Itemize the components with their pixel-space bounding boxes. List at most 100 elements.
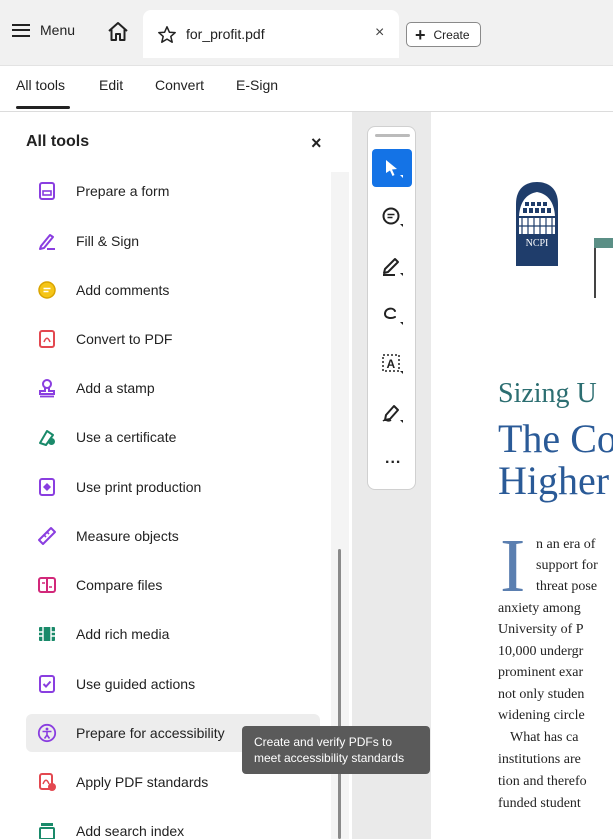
tool-label: Convert to PDF [76,331,173,347]
plus-icon: + [415,24,426,45]
document-title: The Co Higher [498,418,613,502]
logo-accent-line [594,248,596,298]
home-icon[interactable] [106,20,130,44]
accessibility-icon [37,723,57,743]
body-line: prominent exar [498,665,584,680]
comment-icon [38,281,56,299]
create-label: Create [433,27,470,42]
comment-tool-button[interactable] [372,198,412,236]
hamburger-icon [12,23,30,37]
text-tool-button[interactable]: A [372,345,412,383]
body-line: anxiety among [498,601,581,616]
tool-add-stamp[interactable]: Add a stamp [26,369,320,407]
body-line: support for [536,558,598,573]
form-icon [39,182,55,200]
document-tab[interactable]: for_profit.pdf × [143,10,399,58]
tool-measure-objects[interactable]: Measure objects [26,517,320,555]
tool-fill-sign[interactable]: Fill & Sign [26,222,320,260]
logo-accent-bar [594,238,613,248]
body-line: threat pose [536,579,598,594]
guided-actions-icon [39,675,55,693]
tool-label: Add a stamp [76,380,155,396]
lasso-draw-icon [383,307,403,325]
highlight-tool-button[interactable] [372,247,412,285]
menu-label: Menu [40,22,76,38]
draw-tool-button[interactable] [372,296,412,334]
body-line: funded student [498,796,581,811]
tool-label: Use guided actions [76,676,196,692]
ncpi-logo: NCPI [516,182,558,266]
scrollbar-thumb[interactable] [338,549,341,839]
menu-e-sign[interactable]: E-Sign [236,77,278,93]
tool-label: Add rich media [76,626,170,642]
body-line: widening circle [498,708,585,723]
tool-label: Use a certificate [76,429,177,445]
tool-label: Compare files [76,577,163,593]
certificate-icon [39,430,55,446]
tool-add-rich-media[interactable]: Add rich media [26,615,320,653]
tool-add-comments[interactable]: Add comments [26,271,320,309]
tool-label: Prepare for accessibility [76,725,225,741]
menu-bar: All tools Edit Convert E-Sign [0,66,613,112]
comment-icon [382,207,403,227]
tool-label: Use print production [76,479,202,495]
svg-text:A: A [387,357,396,371]
search-index-icon [39,823,55,839]
tooltip-line-1: Create and verify PDFs to [254,735,393,749]
tab-title: for_profit.pdf [186,26,265,42]
create-button[interactable]: + Create [406,22,481,47]
tool-convert-pdf[interactable]: Convert to PDF [26,320,320,358]
tool-label: Fill & Sign [76,233,140,249]
more-tools-button[interactable]: ... [372,445,412,483]
tool-label: Add comments [76,282,170,298]
svg-text:I: I [500,535,525,595]
title-line-2: Higher [498,458,610,503]
tool-compare-files[interactable]: Compare files [26,566,320,604]
accessibility-tooltip: Create and verify PDFs to meet accessibi… [242,726,430,774]
tool-label: Apply PDF standards [76,774,209,790]
select-cursor-icon [386,160,403,178]
body-line: n an era of [536,537,596,552]
body-line: 10,000 undergr [498,644,584,659]
pdf-standards-icon [39,773,56,791]
media-icon [39,627,55,641]
print-production-icon [39,478,55,496]
active-tab-indicator [16,106,70,109]
sign-icon [382,405,403,423]
body-line: What has ca [510,730,579,745]
tool-label: Prepare a form [76,183,170,199]
text-select-icon: A [382,354,403,374]
quick-tools-toolbar: A ... [367,126,416,490]
tool-prepare-form[interactable]: Prepare a form [26,172,320,210]
select-tool-button[interactable] [372,149,412,187]
tab-close-button[interactable]: × [375,24,384,42]
more-icon: ... [385,450,402,467]
sign-tool-button[interactable] [372,394,412,432]
tool-print-production[interactable]: Use print production [26,468,320,506]
menu-button[interactable]: Menu [12,22,75,38]
pdf-convert-icon [39,330,55,348]
title-line-1: The Co [498,416,613,461]
star-icon[interactable] [157,25,177,45]
toolbar-grip[interactable] [375,134,410,137]
document-subtitle: Sizing U [498,378,597,409]
stamp-icon [39,379,55,398]
menu-convert[interactable]: Convert [155,77,204,93]
tooltip-line-2: meet accessibility standards [254,751,405,765]
menu-edit[interactable]: Edit [99,77,123,93]
svg-text:NCPI: NCPI [526,238,549,249]
tool-use-certificate[interactable]: Use a certificate [26,418,320,456]
panel-close-button[interactable]: × [311,133,322,154]
body-line: tion and therefo [498,774,587,789]
compare-icon [38,577,56,593]
menu-all-tools[interactable]: All tools [16,77,65,93]
body-line: University of P [498,622,584,637]
tool-guided-actions[interactable]: Use guided actions [26,665,320,703]
body-line: not only studen [498,687,585,702]
highlighter-icon [383,258,403,276]
tab-bar: Menu for_profit.pdf × + Create [0,0,613,66]
pen-sign-icon [39,234,55,250]
panel-title: All tools [26,133,90,150]
tool-add-search-index[interactable]: Add search index [26,812,320,839]
ruler-icon [38,527,56,545]
